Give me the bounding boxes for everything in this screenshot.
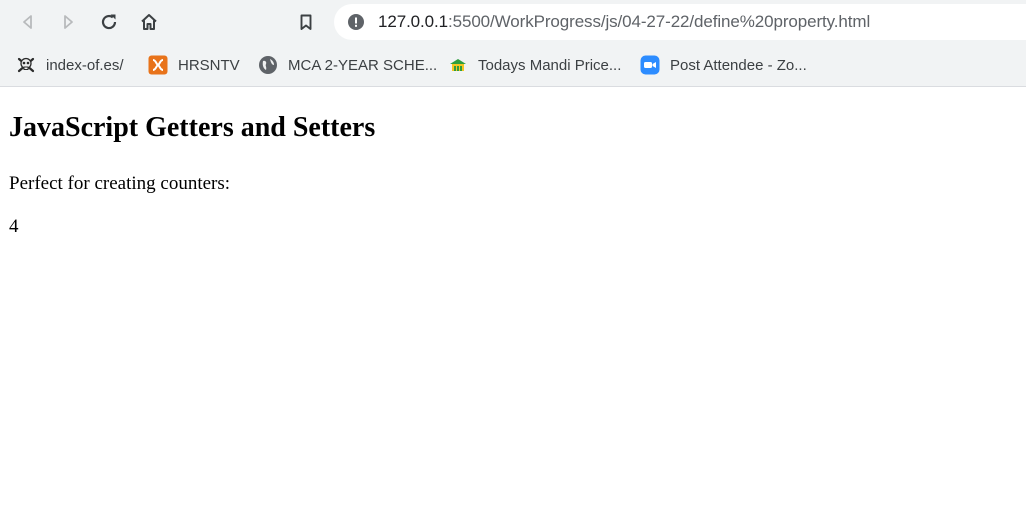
bookmarks-bar: index-of.es/ HRSNTV MCA 2-YEAR SCHE... T… — [0, 44, 1026, 87]
home-button[interactable] — [133, 6, 165, 38]
back-arrow-icon — [23, 15, 32, 29]
bookmark-hrsntv[interactable]: HRSNTV — [142, 51, 246, 79]
address-bar[interactable]: 127.0.0.1:5500/WorkProgress/js/04-27-22/… — [334, 4, 1026, 40]
counter-value: 4 — [9, 216, 19, 237]
xampp-logo-icon — [148, 55, 168, 75]
mandi-logo-icon — [448, 55, 468, 75]
page-content: JavaScript Getters and Setters Perfect f… — [0, 88, 1026, 508]
url-host: 127.0.0.1 — [378, 12, 448, 31]
info-alert-icon[interactable] — [348, 14, 364, 30]
bookmark-index-of[interactable]: index-of.es/ — [10, 51, 130, 79]
zoom-camera-icon — [640, 55, 660, 75]
home-icon — [141, 14, 157, 30]
url-text[interactable]: 127.0.0.1:5500/WorkProgress/js/04-27-22/… — [378, 12, 870, 32]
reload-icon — [101, 14, 117, 30]
bookmark-label: index-of.es/ — [46, 56, 124, 74]
forward-button[interactable] — [52, 6, 84, 38]
bookmark-label: Todays Mandi Price... — [478, 56, 622, 74]
browser-toolbar: 127.0.0.1:5500/WorkProgress/js/04-27-22/… — [0, 0, 1026, 44]
reload-button[interactable] — [93, 6, 125, 38]
intro-text: Perfect for creating counters: — [9, 173, 231, 194]
bookmark-icon — [300, 14, 312, 30]
bookmark-mca-schedule[interactable]: MCA 2-YEAR SCHE... — [252, 51, 443, 79]
skull-crossbones-icon — [16, 55, 36, 75]
globe-icon — [258, 55, 278, 75]
bookmark-label: MCA 2-YEAR SCHE... — [288, 56, 438, 74]
back-button[interactable] — [12, 6, 44, 38]
url-path: :5500/WorkProgress/js/04-27-22/define%20… — [448, 12, 871, 31]
bookmark-mandi-price[interactable]: Todays Mandi Price... — [442, 51, 627, 79]
page-heading: JavaScript Getters and Setters — [9, 112, 376, 143]
bookmark-zoom-attendee[interactable]: Post Attendee - Zo... — [634, 51, 813, 79]
bookmark-page-button[interactable] — [290, 6, 322, 38]
bookmark-label: Post Attendee - Zo... — [670, 56, 807, 74]
forward-arrow-icon — [64, 15, 73, 29]
bookmark-label: HRSNTV — [178, 56, 240, 74]
